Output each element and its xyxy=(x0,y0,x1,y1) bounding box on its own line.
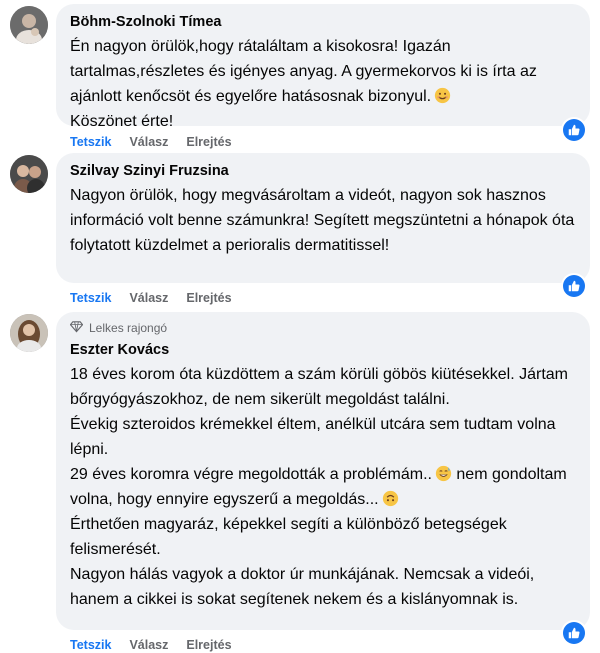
reply-link[interactable]: Válasz xyxy=(129,291,168,305)
comment-actions: Tetszik Válasz Elrejtés xyxy=(70,638,232,652)
fan-badge-label: Lelkes rajongó xyxy=(89,321,168,335)
hide-link[interactable]: Elrejtés xyxy=(186,638,231,652)
hide-link[interactable]: Elrejtés xyxy=(186,291,231,305)
reply-link[interactable]: Válasz xyxy=(129,638,168,652)
comment-author[interactable]: Szilvay Szinyi Fruzsina xyxy=(70,161,576,181)
comment-text: Én nagyon örülök,hogy rátaláltam a kisok… xyxy=(70,38,537,130)
avatar[interactable] xyxy=(10,155,48,193)
comment-bubble: Böhm-Szolnoki Tímea Én nagyon örülök,hog… xyxy=(56,4,590,130)
like-link[interactable]: Tetszik xyxy=(70,291,111,305)
avatar[interactable] xyxy=(10,6,48,44)
comment-bubble: Szilvay Szinyi Fruzsina Nagyon örülök, h… xyxy=(56,153,590,283)
reply-link[interactable]: Válasz xyxy=(129,135,168,149)
diamond-icon xyxy=(69,320,84,336)
like-link[interactable]: Tetszik xyxy=(70,638,111,652)
fan-badge: Lelkes rajongó xyxy=(69,320,576,336)
comment-text: 18 éves korom óta küzdöttem a szám körül… xyxy=(70,366,568,608)
hide-link[interactable]: Elrejtés xyxy=(186,135,231,149)
smiling-face-emoji-icon xyxy=(434,87,451,104)
comment-actions: Tetszik Válasz Elrejtés xyxy=(70,291,232,305)
thumbs-up-icon[interactable] xyxy=(563,622,585,644)
thumbs-up-icon[interactable] xyxy=(563,119,585,141)
like-link[interactable]: Tetszik xyxy=(70,135,111,149)
comment-text: Nagyon örülök, hogy megvásároltam a vide… xyxy=(70,187,575,254)
grinning-sweat-emoji-icon xyxy=(435,465,452,482)
thumbs-up-icon[interactable] xyxy=(563,275,585,297)
comment-author[interactable]: Eszter Kovács xyxy=(70,340,576,360)
avatar[interactable] xyxy=(10,314,48,352)
upside-down-face-emoji-icon xyxy=(382,490,399,507)
comment-actions: Tetszik Válasz Elrejtés xyxy=(70,135,232,149)
comment-bubble: Lelkes rajongó Eszter Kovács 18 éves kor… xyxy=(56,312,590,630)
comment-author[interactable]: Böhm-Szolnoki Tímea xyxy=(70,12,576,32)
